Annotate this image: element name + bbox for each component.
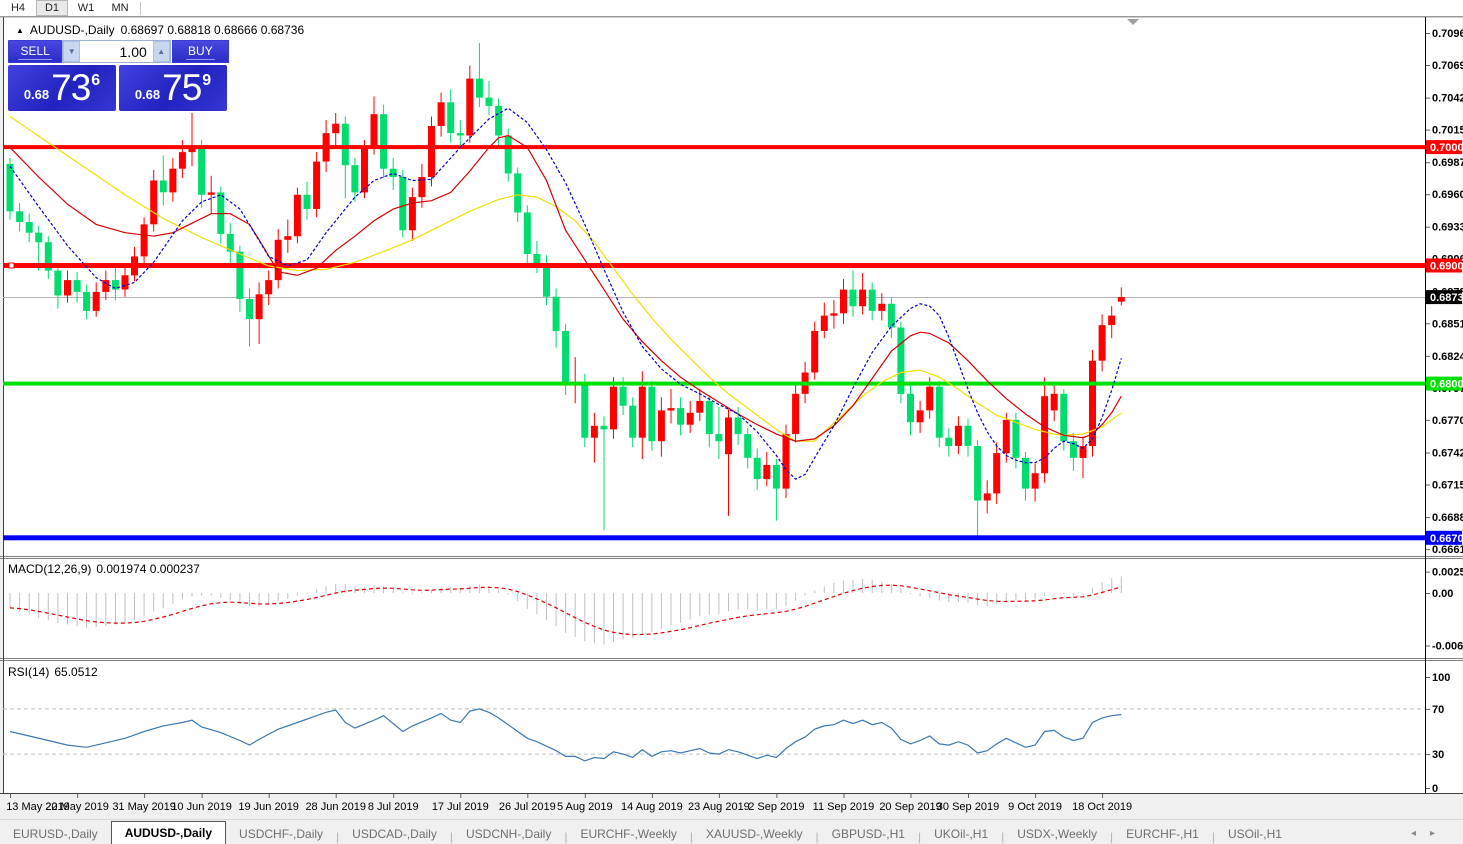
svg-text:30: 30 bbox=[1432, 749, 1444, 761]
svg-text:11 Sep 2019: 11 Sep 2019 bbox=[813, 801, 875, 813]
svg-text:0.70002: 0.70002 bbox=[1430, 142, 1463, 154]
tab-usdchf-daily[interactable]: USDCHF-,Daily bbox=[226, 823, 336, 844]
svg-text:9 Oct 2019: 9 Oct 2019 bbox=[1008, 801, 1062, 813]
volume-increase-button[interactable]: ▲ bbox=[152, 41, 170, 62]
svg-text:5 Aug 2019: 5 Aug 2019 bbox=[557, 801, 613, 813]
volume-input[interactable]: 1.00 bbox=[80, 41, 153, 62]
svg-text:-0.006326: -0.006326 bbox=[1432, 641, 1463, 653]
timeframe-button-mn[interactable]: MN bbox=[104, 0, 136, 16]
hline-handle bbox=[8, 262, 15, 269]
buy-price-pip: 9 bbox=[202, 72, 212, 89]
chart-title: ▲ AUDUSD-,Daily 0.68697 0.68818 0.68666 … bbox=[16, 23, 304, 37]
svg-text:26 Jul 2019: 26 Jul 2019 bbox=[499, 801, 556, 813]
chart-tab-bar: EURUSD-,Daily AUDUSD-,Daily USDCHF-,Daily |… bbox=[0, 819, 1463, 844]
sell-price-pip: 6 bbox=[91, 72, 101, 89]
timeframe-toolbar: H4 D1 W1 MN bbox=[0, 0, 1463, 17]
svg-text:20 Sep 2019: 20 Sep 2019 bbox=[879, 801, 941, 813]
sell-price-base: 0.68 bbox=[23, 86, 50, 102]
hline-0.69003[interactable] bbox=[3, 263, 1425, 268]
svg-text:0.70695: 0.70695 bbox=[1432, 60, 1463, 72]
svg-text:0.00: 0.00 bbox=[1432, 588, 1453, 600]
tab-usdcnh-daily[interactable]: USDCNH-,Daily bbox=[453, 823, 564, 844]
hline-0.68006[interactable] bbox=[3, 381, 1425, 386]
chart-symbol: AUDUSD-,Daily bbox=[29, 23, 115, 37]
svg-text:0.67155: 0.67155 bbox=[1432, 480, 1463, 492]
tab-audusd-daily[interactable]: AUDUSD-,Daily bbox=[110, 821, 227, 844]
svg-text:0.70150: 0.70150 bbox=[1432, 125, 1463, 137]
volume-decrease-button[interactable]: ▼ bbox=[63, 41, 81, 62]
tab-usoil-h1[interactable]: USOil-,H1 bbox=[1215, 823, 1295, 844]
rsi-name: RSI(14) bbox=[8, 665, 50, 679]
tab-eurchf-weekly[interactable]: EURCHF-,Weekly bbox=[567, 823, 689, 844]
svg-text:19 Jun 2019: 19 Jun 2019 bbox=[238, 801, 299, 813]
svg-text:14 Aug 2019: 14 Aug 2019 bbox=[621, 801, 683, 813]
timeframe-button-d1[interactable]: D1 bbox=[36, 0, 68, 16]
tab-eurusd-daily[interactable]: EURUSD-,Daily bbox=[0, 823, 111, 844]
sell-price-big: 73 bbox=[51, 67, 91, 108]
svg-text:0: 0 bbox=[1432, 783, 1438, 795]
svg-text:0.68240: 0.68240 bbox=[1432, 351, 1463, 363]
collapse-triangle-icon[interactable]: ▲ bbox=[16, 26, 24, 35]
toolbar-separator bbox=[140, 1, 141, 15]
svg-text:70: 70 bbox=[1432, 704, 1444, 716]
tab-ukoil-h1[interactable]: UKOil-,H1 bbox=[921, 823, 1001, 844]
svg-text:0.69330: 0.69330 bbox=[1432, 222, 1463, 234]
svg-text:0.66705: 0.66705 bbox=[1430, 533, 1463, 545]
svg-text:23 Aug 2019: 23 Aug 2019 bbox=[688, 801, 750, 813]
tab-gbpusd-h1[interactable]: GBPUSD-,H1 bbox=[819, 823, 918, 844]
mt4-window: 0.002574 0.00 -0.006326 100 70 30 0 0.70965 0.70… bbox=[0, 0, 1463, 844]
svg-text:2 Sep 2019: 2 Sep 2019 bbox=[748, 801, 804, 813]
svg-text:0.002574: 0.002574 bbox=[1432, 567, 1463, 579]
svg-text:30 Sep 2019: 30 Sep 2019 bbox=[937, 801, 999, 813]
svg-text:0.67700: 0.67700 bbox=[1432, 415, 1463, 427]
macd-values: 0.001974 0.000237 bbox=[96, 562, 200, 576]
svg-text:0.66880: 0.66880 bbox=[1432, 512, 1463, 524]
tab-usdx-weekly[interactable]: USDX-,Weekly bbox=[1004, 823, 1110, 844]
timeframe-button-h4[interactable]: H4 bbox=[2, 0, 34, 16]
tab-usdcad-daily[interactable]: USDCAD-,Daily bbox=[339, 823, 450, 844]
hline-0.70002[interactable] bbox=[3, 145, 1425, 150]
svg-text:0.70420: 0.70420 bbox=[1432, 93, 1463, 105]
svg-text:0.68736: 0.68736 bbox=[1430, 292, 1463, 304]
buy-button[interactable]: BUY bbox=[171, 40, 229, 63]
svg-text:0.68006: 0.68006 bbox=[1430, 379, 1463, 391]
svg-text:8 Jul 2019: 8 Jul 2019 bbox=[368, 801, 419, 813]
svg-text:10 Jun 2019: 10 Jun 2019 bbox=[171, 801, 232, 813]
svg-text:0.69875: 0.69875 bbox=[1432, 157, 1463, 169]
svg-text:0.70965: 0.70965 bbox=[1432, 28, 1463, 40]
svg-text:0.69003: 0.69003 bbox=[1430, 261, 1463, 273]
chart-ohlc-values: 0.68697 0.68818 0.68666 0.68736 bbox=[120, 23, 305, 37]
buy-price-button[interactable]: 0.68 75 9 bbox=[119, 65, 227, 111]
tab-eurchf-h1[interactable]: EURCHF-,H1 bbox=[1113, 823, 1212, 844]
rsi-indicator-label: RSI(14) 65.0512 bbox=[8, 665, 103, 679]
svg-text:0.67425: 0.67425 bbox=[1432, 448, 1463, 460]
macd-indicator-label: MACD(12,26,9) 0.001974 0.000237 bbox=[8, 562, 205, 576]
svg-text:28 Jun 2019: 28 Jun 2019 bbox=[305, 801, 366, 813]
macd-name: MACD(12,26,9) bbox=[8, 562, 92, 576]
hline-0.66705[interactable] bbox=[3, 535, 1425, 541]
sell-price-button[interactable]: 0.68 73 6 bbox=[8, 65, 116, 111]
svg-text:100: 100 bbox=[1432, 672, 1450, 684]
svg-text:18 Oct 2019: 18 Oct 2019 bbox=[1072, 801, 1132, 813]
rsi-value: 65.0512 bbox=[54, 665, 98, 679]
sell-button[interactable]: SELL bbox=[8, 40, 63, 63]
tab-xauusd-weekly[interactable]: XAUUSD-,Weekly bbox=[693, 823, 815, 844]
buy-price-big: 75 bbox=[162, 67, 202, 108]
svg-text:22 May 2019: 22 May 2019 bbox=[45, 801, 109, 813]
timeframe-button-w1[interactable]: W1 bbox=[70, 0, 102, 16]
svg-text:0.68515: 0.68515 bbox=[1432, 318, 1463, 330]
volume-stepper: ▼ 1.00 ▲ bbox=[62, 40, 171, 63]
buy-price-base: 0.68 bbox=[134, 86, 161, 102]
svg-text:0.69605: 0.69605 bbox=[1432, 189, 1463, 201]
svg-text:0.66610: 0.66610 bbox=[1432, 544, 1463, 556]
date-axis: 13 May 201922 May 2019 31 May 201910 Jun … bbox=[6, 794, 1132, 813]
tab-scroll-left-icon[interactable]: ◂ bbox=[1411, 828, 1416, 839]
one-click-trading-panel: SELL ▼ 1.00 ▲ BUY 0.68 73 6 0.68 75 9 bbox=[8, 40, 229, 111]
current-price-line bbox=[3, 297, 1425, 298]
chart-canvas[interactable]: 0.002574 0.00 -0.006326 100 70 30 0 0.70965 0.70… bbox=[0, 0, 1463, 844]
tab-scroll-right-icon[interactable]: ▸ bbox=[1430, 828, 1435, 839]
svg-text:17 Jul 2019: 17 Jul 2019 bbox=[432, 801, 489, 813]
svg-text:31 May 2019: 31 May 2019 bbox=[112, 801, 176, 813]
